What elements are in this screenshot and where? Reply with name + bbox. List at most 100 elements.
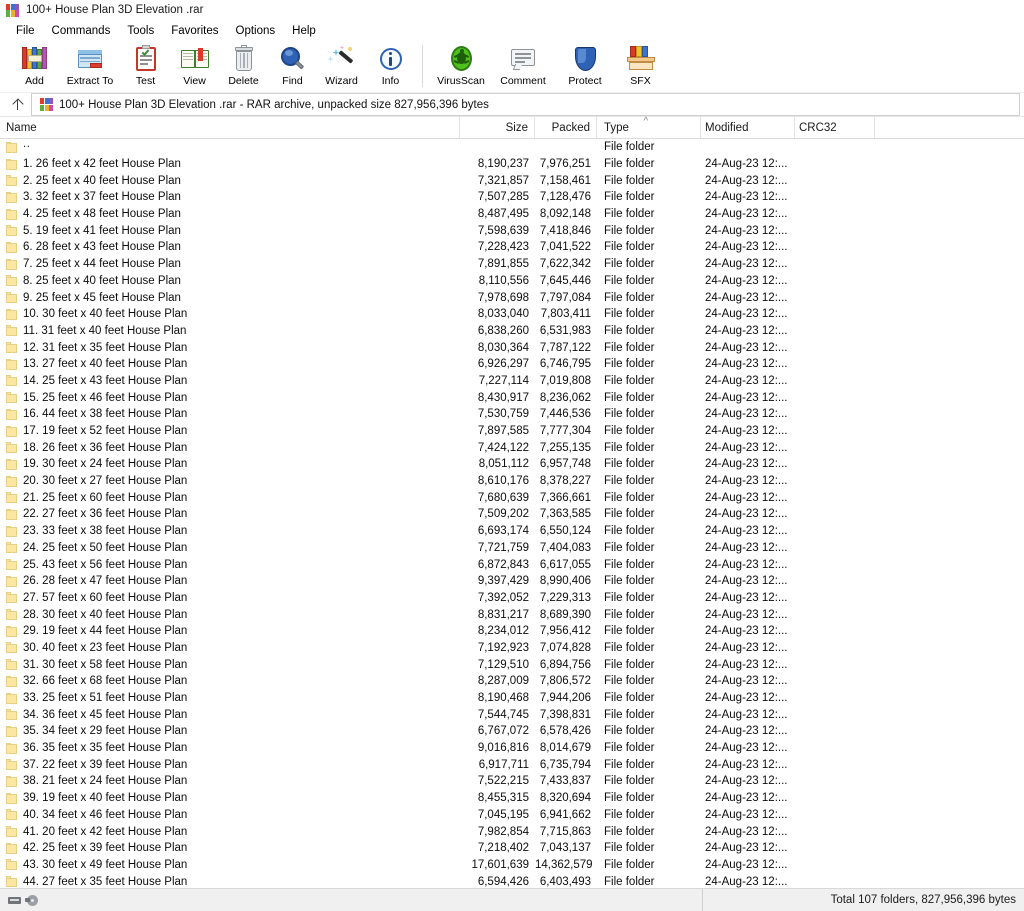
up-one-level-button[interactable] xyxy=(6,94,28,115)
table-row[interactable]: 19. 30 feet x 24 feet House Plan 8,051,11… xyxy=(0,456,1024,473)
table-row[interactable]: 3. 32 feet x 37 feet House Plan 7,507,285… xyxy=(0,189,1024,206)
menu-item-commands[interactable]: Commands xyxy=(44,23,120,39)
cell-size: 7,897,585 xyxy=(477,425,529,438)
column-header-filler xyxy=(875,117,1024,138)
folder-icon xyxy=(6,375,17,387)
cell-packed: 6,617,055 xyxy=(539,558,591,571)
cell-modified: 24-Aug-23 12:... xyxy=(705,808,788,821)
table-row[interactable]: 39. 19 feet x 40 feet House Plan 8,455,31… xyxy=(0,790,1024,807)
table-row[interactable]: 29. 19 feet x 44 feet House Plan 8,234,01… xyxy=(0,623,1024,640)
menu-item-favorites[interactable]: Favorites xyxy=(163,23,227,39)
extract-to-button[interactable]: Extract To xyxy=(59,43,121,91)
virusscan-button[interactable]: VirusScan xyxy=(430,43,492,91)
menu-item-file[interactable]: File xyxy=(8,23,44,39)
table-row[interactable]: 4. 25 feet x 48 feet House Plan 8,487,495… xyxy=(0,206,1024,223)
table-row[interactable]: 28. 30 feet x 40 feet House Plan 8,831,21… xyxy=(0,606,1024,623)
wizard-button[interactable]: Wizard xyxy=(317,43,366,91)
table-row[interactable]: 12. 31 feet x 35 feet House Plan 8,030,36… xyxy=(0,339,1024,356)
column-header-modified[interactable]: Modified xyxy=(701,117,795,138)
menu-item-options[interactable]: Options xyxy=(228,23,285,39)
table-row[interactable]: 35. 34 feet x 29 feet House Plan 6,767,07… xyxy=(0,723,1024,740)
table-row[interactable]: 42. 25 feet x 39 feet House Plan 7,218,40… xyxy=(0,840,1024,857)
cell-packed: 7,787,122 xyxy=(539,341,591,354)
column-header-packed[interactable]: Packed xyxy=(535,117,597,138)
cell-name: 44. 27 feet x 35 feet House Plan xyxy=(0,876,460,888)
table-row[interactable]: 30. 40 feet x 23 feet House Plan 7,192,92… xyxy=(0,640,1024,657)
find-button-label: Find xyxy=(282,75,303,87)
table-row[interactable]: 14. 25 feet x 43 feet House Plan 7,227,11… xyxy=(0,373,1024,390)
table-row[interactable]: 7. 25 feet x 44 feet House Plan 7,891,855… xyxy=(0,256,1024,273)
file-list[interactable]: .. File folder 1. 26 feet x 42 feet House … xyxy=(0,139,1024,888)
cell-packed: 7,976,251 xyxy=(539,158,591,171)
column-header-type[interactable]: ^ Type xyxy=(597,117,701,138)
cell-name: 12. 31 feet x 35 feet House Plan xyxy=(0,342,460,354)
table-row[interactable]: 16. 44 feet x 38 feet House Plan 7,530,75… xyxy=(0,406,1024,423)
column-header-name[interactable]: Name xyxy=(0,117,460,138)
table-row[interactable]: 36. 35 feet x 35 feet House Plan 9,016,81… xyxy=(0,740,1024,757)
table-row[interactable]: 10. 30 feet x 40 feet House Plan 8,033,04… xyxy=(0,306,1024,323)
table-row[interactable]: 21. 25 feet x 60 feet House Plan 7,680,63… xyxy=(0,489,1024,506)
table-row[interactable]: 43. 30 feet x 49 feet House Plan 17,601,6… xyxy=(0,857,1024,874)
table-row[interactable]: 13. 27 feet x 40 feet House Plan 6,926,29… xyxy=(0,356,1024,373)
table-row[interactable]: 33. 25 feet x 51 feet House Plan 8,190,46… xyxy=(0,690,1024,707)
menu-item-help[interactable]: Help xyxy=(284,23,325,39)
delete-button[interactable]: Delete xyxy=(219,43,268,91)
table-row[interactable]: 27. 57 feet x 60 feet House Plan 7,392,05… xyxy=(0,590,1024,607)
table-row[interactable]: 5. 19 feet x 41 feet House Plan 7,598,639… xyxy=(0,222,1024,239)
table-row[interactable]: 1. 26 feet x 42 feet House Plan 8,190,237… xyxy=(0,156,1024,173)
table-row[interactable]: 6. 28 feet x 43 feet House Plan 7,228,423… xyxy=(0,239,1024,256)
folder-icon xyxy=(6,175,17,187)
folder-icon xyxy=(6,442,17,454)
folder-icon xyxy=(6,542,17,554)
table-row[interactable]: 37. 22 feet x 39 feet House Plan 6,917,71… xyxy=(0,756,1024,773)
cell-size: 7,978,698 xyxy=(477,291,529,304)
table-row[interactable]: 15. 25 feet x 46 feet House Plan 8,430,91… xyxy=(0,389,1024,406)
table-row[interactable]: 26. 28 feet x 47 feet House Plan 9,397,42… xyxy=(0,573,1024,590)
comment-button[interactable]: Comment xyxy=(492,43,554,91)
table-row[interactable]: 23. 33 feet x 38 feet House Plan 6,693,17… xyxy=(0,523,1024,540)
table-row[interactable]: 22. 27 feet x 36 feet House Plan 7,509,20… xyxy=(0,506,1024,523)
menu-item-tools[interactable]: Tools xyxy=(119,23,163,39)
cell-modified: 24-Aug-23 12:... xyxy=(705,541,788,554)
table-row[interactable]: 18. 26 feet x 36 feet House Plan 7,424,12… xyxy=(0,439,1024,456)
sfx-button[interactable]: SFX xyxy=(616,43,665,91)
test-button[interactable]: Test xyxy=(121,43,170,91)
table-row[interactable]: 40. 34 feet x 46 feet House Plan 7,045,19… xyxy=(0,807,1024,824)
folder-icon xyxy=(6,208,17,220)
file-name-label: 15. 25 feet x 46 feet House Plan xyxy=(23,391,188,404)
folder-icon xyxy=(6,191,17,203)
table-row[interactable]: 25. 43 feet x 56 feet House Plan 6,872,84… xyxy=(0,556,1024,573)
table-row[interactable]: 24. 25 feet x 50 feet House Plan 7,721,75… xyxy=(0,540,1024,557)
file-name-label: 41. 20 feet x 42 feet House Plan xyxy=(23,825,188,838)
table-row[interactable]: 44. 27 feet x 35 feet House Plan 6,594,42… xyxy=(0,873,1024,888)
cell-packed: 7,715,863 xyxy=(539,825,591,838)
archive-path-field[interactable]: 100+ House Plan 3D Elevation .rar - RAR … xyxy=(31,93,1020,116)
view-button[interactable]: View xyxy=(170,43,219,91)
cell-type: File folder xyxy=(604,391,655,404)
table-row[interactable]: 20. 30 feet x 27 feet House Plan 8,610,17… xyxy=(0,473,1024,490)
column-header-crc32[interactable]: CRC32 xyxy=(795,117,875,138)
table-row[interactable]: 8. 25 feet x 40 feet House Plan 8,110,556… xyxy=(0,273,1024,290)
table-row[interactable]: 11. 31 feet x 40 feet House Plan 6,838,26… xyxy=(0,323,1024,340)
cell-name: 32. 66 feet x 68 feet House Plan xyxy=(0,675,460,687)
table-row[interactable]: 32. 66 feet x 68 feet House Plan 8,287,00… xyxy=(0,673,1024,690)
table-row[interactable]: 41. 20 feet x 42 feet House Plan 7,982,85… xyxy=(0,823,1024,840)
table-row[interactable]: 2. 25 feet x 40 feet House Plan 7,321,857… xyxy=(0,172,1024,189)
info-button[interactable]: Info xyxy=(366,43,415,91)
add-button[interactable]: Add xyxy=(10,43,59,91)
table-row[interactable]: 38. 21 feet x 24 feet House Plan 7,522,21… xyxy=(0,773,1024,790)
folder-icon xyxy=(6,225,17,237)
column-header-size[interactable]: Size xyxy=(460,117,535,138)
cell-type: File folder xyxy=(604,408,655,421)
protect-button[interactable]: Protect xyxy=(554,43,616,91)
file-name-label: 19. 30 feet x 24 feet House Plan xyxy=(23,458,188,471)
table-row[interactable]: .. File folder xyxy=(0,139,1024,156)
table-row[interactable]: 34. 36 feet x 45 feet House Plan 7,544,74… xyxy=(0,706,1024,723)
find-button[interactable]: Find xyxy=(268,43,317,91)
table-row[interactable]: 9. 25 feet x 45 feet House Plan 7,978,698… xyxy=(0,289,1024,306)
folder-icon xyxy=(6,592,17,604)
table-row[interactable]: 31. 30 feet x 58 feet House Plan 7,129,51… xyxy=(0,656,1024,673)
cell-packed: 7,433,837 xyxy=(539,775,591,788)
table-row[interactable]: 17. 19 feet x 52 feet House Plan 7,897,58… xyxy=(0,423,1024,440)
cell-modified: 24-Aug-23 12:... xyxy=(705,508,788,521)
